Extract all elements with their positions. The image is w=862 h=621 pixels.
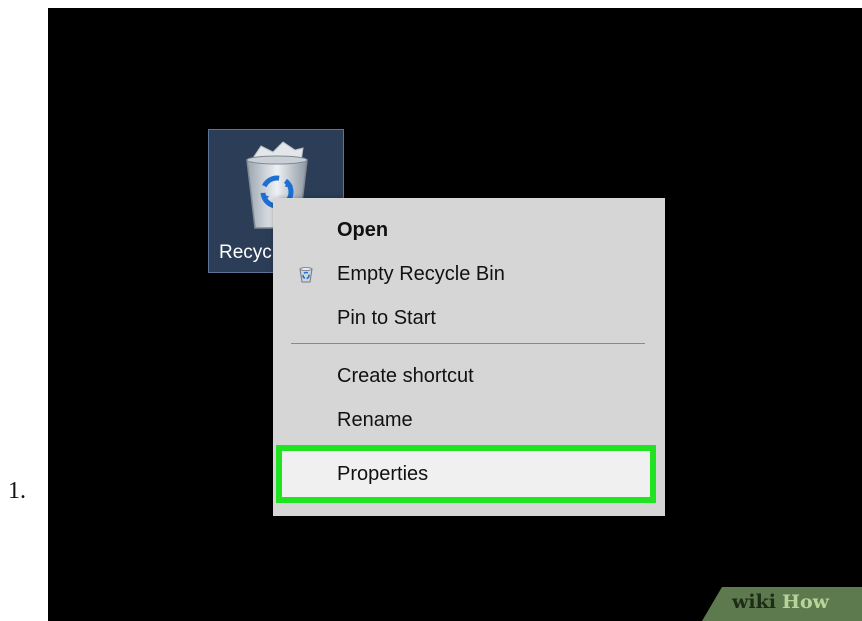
menu-item-empty-recycle-bin[interactable]: Empty Recycle Bin (273, 254, 665, 294)
menu-item-label: Rename (337, 409, 413, 431)
menu-item-pin-to-start[interactable]: Pin to Start (273, 298, 665, 338)
desktop-screenshot: Recycle Bin Open Empty Recycle Bin Pin t… (48, 8, 862, 621)
watermark-how: How (782, 591, 829, 613)
step-number: 1. (8, 478, 26, 504)
menu-item-label: Empty Recycle Bin (337, 263, 505, 285)
watermark-wiki: wiki (732, 591, 776, 613)
menu-item-rename[interactable]: Rename (273, 400, 665, 440)
menu-separator (291, 343, 645, 344)
menu-item-open[interactable]: Open (273, 210, 665, 250)
menu-item-label: Pin to Start (337, 307, 436, 329)
page: 1. Recycle Bin Open Empty Recycle Bin Pi… (0, 0, 862, 621)
menu-item-label: Open (337, 219, 389, 241)
menu-item-create-shortcut[interactable]: Create shortcut (273, 356, 665, 396)
menu-item-label: Properties (337, 463, 429, 485)
menu-item-properties[interactable]: Properties (273, 454, 665, 494)
recycle-bin-icon (299, 267, 313, 283)
context-menu: Open Empty Recycle Bin Pin to Start Crea… (273, 198, 665, 516)
menu-item-label: Create shortcut (337, 365, 474, 387)
wikihow-watermark: wiki How (702, 587, 862, 621)
